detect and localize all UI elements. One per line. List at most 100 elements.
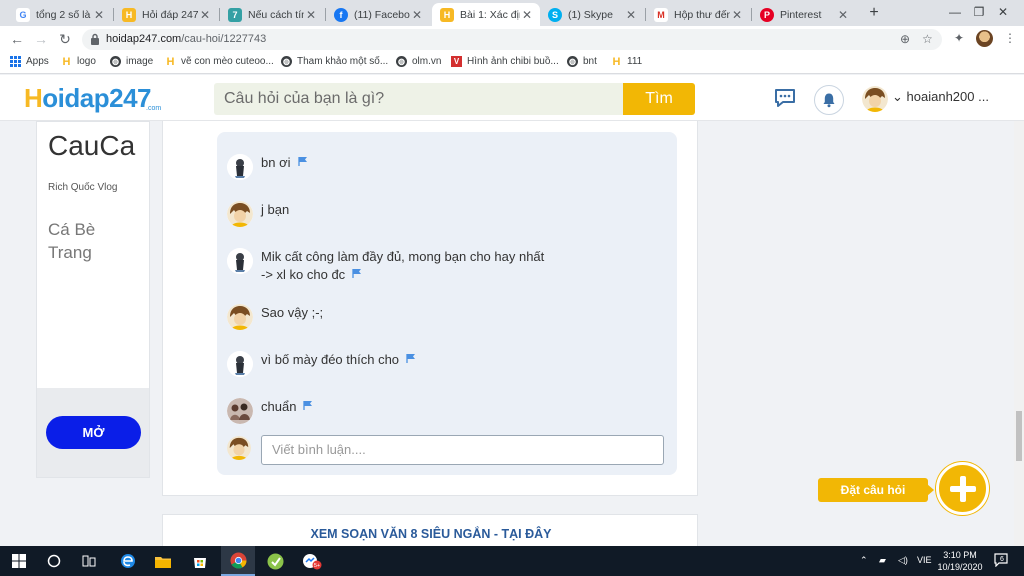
file-explorer-icon[interactable] — [146, 546, 180, 576]
reload-icon[interactable]: ↻ — [56, 30, 74, 48]
comment-text-line2: -> xl ko cho đc — [261, 267, 346, 282]
chevron-down-icon: ⌄ — [892, 89, 903, 104]
question-card: bn ơi j bạn Mik cất công làm đầy đủ, mon… — [162, 121, 698, 496]
bookmark-star-icon[interactable]: ☆ — [922, 32, 933, 46]
close-icon[interactable]: ✕ — [92, 8, 106, 22]
hoidap-icon: H — [440, 7, 454, 22]
tab-pinterest[interactable]: P Pinterest ✕ — [752, 3, 856, 26]
extensions-icon[interactable]: ✦ — [954, 31, 964, 45]
comment-item: Sao vậy ;-; — [227, 304, 323, 330]
close-icon[interactable]: ✕ — [410, 8, 424, 22]
tray-chevron-up-icon[interactable]: ⌃ — [860, 555, 868, 566]
tab-calculation[interactable]: 7 Nếu cách tính ✕ — [220, 3, 324, 26]
bookmark-bnt[interactable]: ◍ bnt — [567, 56, 597, 67]
close-icon[interactable]: ✕ — [730, 8, 744, 22]
scrollbar-thumb[interactable] — [1016, 411, 1022, 461]
commenter-avatar[interactable] — [227, 351, 253, 377]
task-view-icon[interactable] — [72, 546, 106, 576]
address-bar[interactable]: hoidap247.com/cau-hoi/1227743 ⊕ ☆ — [82, 29, 942, 50]
facebook-icon: f — [334, 7, 348, 22]
comment-input[interactable]: Viết bình luận.... — [261, 435, 664, 465]
site-logo[interactable]: Hoidap247 — [24, 83, 151, 114]
tab-google-search[interactable]: G tổng 2 số là 12 ✕ — [8, 3, 112, 26]
search-button[interactable]: Tìm — [623, 83, 695, 115]
globe-icon: ◍ — [567, 56, 578, 67]
close-icon[interactable]: ✕ — [198, 8, 212, 22]
network-icon[interactable]: ▰ — [879, 555, 886, 566]
comments-section: bn ơi j bạn Mik cất công làm đầy đủ, mon… — [217, 132, 677, 475]
edge-icon[interactable] — [111, 546, 145, 576]
browser-toolbar: ← → ↻ hoidap247.com/cau-hoi/1227743 ⊕ ☆ … — [0, 26, 1024, 52]
close-icon[interactable]: ✕ — [304, 8, 318, 22]
language-indicator[interactable]: VIE — [917, 555, 932, 565]
url-text: hoidap247.com/cau-hoi/1227743 — [106, 33, 267, 45]
report-flag-icon[interactable] — [406, 353, 416, 363]
globe-icon: ◍ — [110, 56, 121, 67]
bookmark-olm[interactable]: ◍ olm.vn — [396, 56, 441, 67]
messenger-app-icon[interactable]: 5+ — [295, 546, 329, 576]
promo-link[interactable]: XEM SOẠN VĂN 8 SIÊU NGẮN - TẠI ĐÂY — [163, 527, 699, 541]
tab-facebook[interactable]: f (11) Facebook ✕ — [326, 3, 430, 26]
tab-skype[interactable]: S (1) Skype ✕ — [540, 3, 644, 26]
page-scrollbar[interactable] — [1014, 121, 1024, 546]
lock-icon — [91, 33, 99, 45]
close-icon[interactable]: ✕ — [836, 8, 850, 22]
bookmark-chibi[interactable]: V Hình ảnh chibi buồ... — [451, 56, 559, 67]
bookmark-cat-drawing[interactable]: H vẽ con mèo cuteoo... — [165, 56, 274, 68]
comment-item: chuẩn — [227, 398, 313, 424]
close-icon[interactable]: ✕ — [520, 8, 534, 22]
sidebar-title: CauCa — [48, 130, 136, 161]
commenter-avatar[interactable] — [227, 304, 253, 330]
bookmark-logo[interactable]: H logo — [61, 56, 96, 68]
comment-text: chuẩn — [261, 399, 297, 414]
notification-center-icon[interactable]: 6 — [994, 553, 1008, 568]
open-button[interactable]: MỞ — [46, 416, 141, 449]
comment-item: bn ơi — [227, 154, 308, 180]
user-avatar[interactable] — [862, 86, 888, 112]
report-flag-icon[interactable] — [352, 268, 362, 278]
store-icon[interactable] — [183, 546, 217, 576]
tab-active-question[interactable]: H Bài 1: Xác định ✕ — [432, 3, 540, 26]
ask-question-button[interactable] — [936, 462, 989, 515]
window-close-icon[interactable]: ✕ — [980, 0, 1024, 26]
tab-hoidap[interactable]: H Hỏi đáp 247 - ✕ — [114, 3, 218, 26]
logo-domain: .com — [146, 105, 162, 112]
back-icon[interactable]: ← — [8, 30, 26, 48]
close-icon[interactable]: ✕ — [624, 8, 638, 22]
google-icon: G — [16, 7, 30, 22]
forward-icon[interactable]: → — [32, 30, 50, 48]
report-flag-icon[interactable] — [303, 400, 313, 410]
report-flag-icon[interactable] — [297, 156, 308, 166]
ask-question-label[interactable]: Đặt câu hỏi — [818, 478, 928, 502]
bookmark-reference[interactable]: ◍ Tham khảo một số... — [281, 56, 388, 67]
zoom-icon[interactable]: ⊕ — [900, 32, 910, 46]
commenter-avatar[interactable] — [227, 201, 253, 227]
search-input[interactable]: Câu hỏi của bạn là gì? — [214, 83, 623, 115]
new-tab-button[interactable]: + — [864, 3, 884, 23]
app-icon-green[interactable] — [258, 546, 292, 576]
commenter-avatar[interactable] — [227, 248, 253, 274]
windows-taskbar: 5+ ⌃ ▰ ◁) VIE 3:10 PM 10/19/2020 6 — [0, 546, 1024, 576]
globe-icon: ◍ — [281, 56, 292, 67]
bookmark-apps[interactable]: Apps — [10, 56, 49, 67]
bookmark-111[interactable]: H 111 — [611, 56, 643, 68]
windows-start-icon[interactable] — [2, 546, 36, 576]
notification-bell-icon[interactable] — [814, 85, 844, 115]
search-icon[interactable] — [37, 546, 71, 576]
chrome-icon[interactable] — [221, 546, 255, 576]
menu-icon[interactable]: ⋮ — [1004, 31, 1016, 45]
system-clock[interactable]: 3:10 PM 10/19/2020 — [932, 549, 988, 573]
arrow-icon — [927, 484, 934, 496]
site-header: Hoidap247 .com Câu hỏi của bạn là gì? Tì… — [0, 75, 1024, 121]
bookmark-image[interactable]: ◍ image — [110, 56, 153, 67]
current-user-avatar — [227, 436, 251, 460]
tab-gmail[interactable]: M Hộp thư đến ( ✕ — [646, 3, 750, 26]
sidebar-card: CauCa Rich Quốc Vlog Cá Bè Trang MỞ — [36, 121, 150, 478]
volume-icon[interactable]: ◁) — [898, 555, 908, 566]
profile-avatar[interactable] — [976, 30, 993, 47]
commenter-avatar[interactable] — [227, 154, 253, 180]
pinterest-icon: P — [760, 7, 774, 22]
commenter-avatar[interactable] — [227, 398, 253, 424]
chat-icon[interactable] — [774, 88, 796, 108]
user-menu[interactable]: ⌄ hoaianh200 ... — [892, 89, 989, 105]
